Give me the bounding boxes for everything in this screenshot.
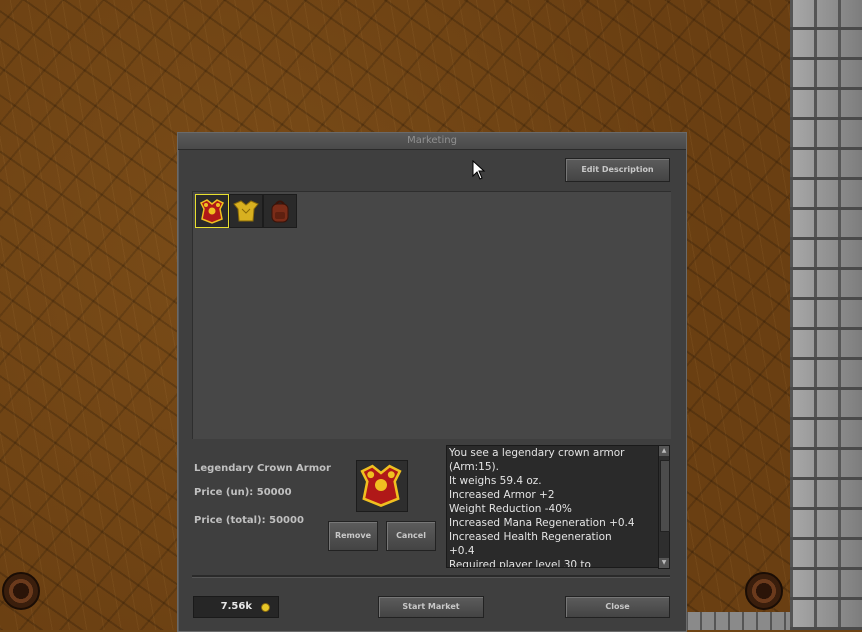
balance-amount: 7.56k — [220, 601, 252, 612]
divider — [192, 575, 670, 578]
barrel-icon — [745, 572, 783, 610]
description-line: Increased Armor +2 — [449, 489, 555, 501]
cancel-button[interactable]: Cancel — [386, 521, 436, 551]
marketing-window: Marketing Edit Description Legendary Cro… — [177, 132, 687, 632]
description-line: Increased Mana Regeneration +0.4 — [449, 517, 635, 529]
edit-description-button[interactable]: Edit Description — [565, 158, 670, 182]
start-market-button[interactable]: Start Market — [378, 596, 484, 618]
description-scrollbar[interactable]: ▲ ▼ — [658, 445, 670, 569]
price-per-unit: Price (un): 50000 — [194, 487, 292, 498]
description-line: Increased Health Regeneration — [449, 531, 612, 543]
scroll-up-icon[interactable]: ▲ — [659, 446, 669, 456]
gold-balance: 7.56k — [193, 596, 279, 618]
description-line: It weighs 59.4 oz. — [449, 475, 542, 487]
window-title[interactable]: Marketing — [178, 133, 686, 150]
item-slot-golden-armor[interactable] — [229, 194, 263, 228]
golden-armor-icon — [233, 200, 259, 222]
barrel-icon — [2, 572, 40, 610]
scroll-down-icon[interactable]: ▼ — [659, 558, 669, 568]
gold-coin-icon — [261, 603, 270, 612]
legendary-crown-armor-icon — [199, 199, 225, 224]
close-button[interactable]: Close — [565, 596, 670, 618]
item-description-box[interactable]: You see a legendary crown armor (Arm:15)… — [446, 445, 660, 568]
scroll-thumb[interactable] — [660, 460, 670, 532]
description-line: Required player level 30 to — [449, 559, 591, 568]
stone-wall — [790, 0, 862, 630]
item-list-panel — [192, 191, 671, 439]
price-total: Price (total): 50000 — [194, 515, 304, 526]
item-preview — [356, 460, 408, 512]
remove-button[interactable]: Remove — [328, 521, 378, 551]
legendary-crown-armor-icon — [360, 464, 402, 507]
mouse-cursor-icon — [472, 160, 486, 180]
description-line: You see a legendary crown armor — [449, 447, 625, 459]
selected-item-name: Legendary Crown Armor — [194, 463, 331, 474]
description-line: Weight Reduction -40% — [449, 503, 572, 515]
item-slot-crown-armor[interactable] — [195, 194, 229, 228]
item-slot-backpack[interactable] — [263, 194, 297, 228]
backpack-icon — [271, 200, 289, 223]
description-line: (Arm:15). — [449, 461, 499, 473]
stone-floor — [686, 612, 790, 630]
description-line: +0.4 — [449, 545, 475, 557]
